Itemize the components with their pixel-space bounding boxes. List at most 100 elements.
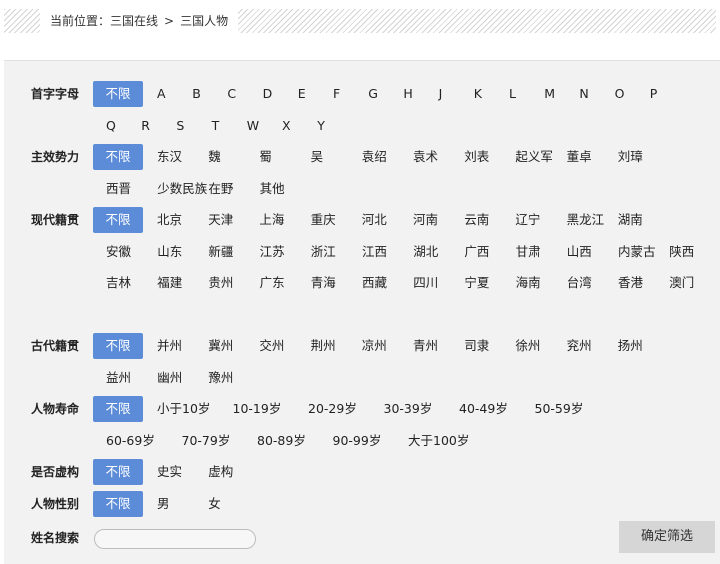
- filter-option[interactable]: 并州: [157, 333, 182, 359]
- filter-option[interactable]: P: [650, 81, 658, 107]
- filter-option-unlimited[interactable]: 不限: [93, 396, 143, 422]
- filter-option[interactable]: 云南: [464, 207, 489, 233]
- filter-option[interactable]: 江苏: [260, 239, 285, 265]
- filter-option[interactable]: N: [579, 81, 588, 107]
- filter-option[interactable]: 河北: [362, 207, 387, 233]
- filter-option[interactable]: 司隶: [464, 333, 489, 359]
- filter-option[interactable]: 青海: [311, 270, 336, 296]
- filter-option[interactable]: 陕西: [669, 239, 694, 265]
- filter-option[interactable]: G: [368, 81, 378, 107]
- filter-option[interactable]: J: [439, 81, 443, 107]
- filter-option[interactable]: 小于10岁: [157, 396, 210, 422]
- filter-option[interactable]: 大于100岁: [408, 428, 469, 454]
- confirm-filter-button[interactable]: 确定筛选: [619, 521, 715, 553]
- filter-option[interactable]: 刘璋: [618, 144, 643, 170]
- filter-option[interactable]: M: [544, 81, 555, 107]
- filter-option-unlimited[interactable]: 不限: [93, 459, 143, 485]
- filter-option[interactable]: 50-59岁: [535, 396, 584, 422]
- filter-option-unlimited[interactable]: 不限: [93, 333, 143, 359]
- filter-option[interactable]: 虚构: [208, 459, 233, 485]
- filter-option[interactable]: 黑龙江: [567, 207, 605, 233]
- filter-option[interactable]: 香港: [618, 270, 643, 296]
- filter-option[interactable]: 山东: [157, 239, 182, 265]
- filter-option[interactable]: 70-79岁: [182, 428, 231, 454]
- filter-option[interactable]: 吉林: [106, 270, 131, 296]
- filter-option[interactable]: 江西: [362, 239, 387, 265]
- filter-option[interactable]: 80-89岁: [257, 428, 306, 454]
- filter-option[interactable]: 史实: [157, 459, 182, 485]
- filter-option[interactable]: E: [298, 81, 306, 107]
- filter-option[interactable]: 扬州: [618, 333, 643, 359]
- filter-option[interactable]: 魏: [208, 144, 221, 170]
- filter-option[interactable]: C: [227, 81, 236, 107]
- filter-option-unlimited[interactable]: 不限: [93, 491, 143, 517]
- filter-option[interactable]: 吴: [311, 144, 324, 170]
- filter-option[interactable]: 东汉: [157, 144, 182, 170]
- filter-option[interactable]: 起义军: [515, 144, 553, 170]
- filter-option[interactable]: 新疆: [208, 239, 233, 265]
- filter-option[interactable]: 幽州: [157, 365, 182, 391]
- filter-option[interactable]: K: [474, 81, 482, 107]
- filter-option[interactable]: 10-19岁: [233, 396, 282, 422]
- filter-option[interactable]: 浙江: [311, 239, 336, 265]
- filter-option[interactable]: L: [509, 81, 516, 107]
- filter-option[interactable]: 湖北: [413, 239, 438, 265]
- filter-option[interactable]: 天津: [208, 207, 233, 233]
- filter-option-unlimited[interactable]: 不限: [93, 207, 143, 233]
- filter-option[interactable]: 蜀: [259, 144, 272, 170]
- filter-option[interactable]: 广东: [260, 270, 285, 296]
- filter-option[interactable]: 山西: [567, 239, 592, 265]
- filter-option[interactable]: D: [263, 81, 273, 107]
- filter-option[interactable]: 在野: [208, 176, 233, 202]
- name-search-input[interactable]: [94, 529, 256, 549]
- filter-option[interactable]: 袁术: [413, 144, 438, 170]
- filter-option[interactable]: 北京: [157, 207, 182, 233]
- filter-option[interactable]: T: [212, 113, 220, 139]
- filter-option[interactable]: 女: [208, 491, 221, 517]
- filter-option[interactable]: 西晋: [106, 176, 131, 202]
- filter-option[interactable]: 凉州: [362, 333, 387, 359]
- filter-option[interactable]: 宁夏: [464, 270, 489, 296]
- filter-option[interactable]: 益州: [106, 365, 131, 391]
- filter-option-unlimited[interactable]: 不限: [93, 144, 143, 170]
- filter-option[interactable]: 河南: [413, 207, 438, 233]
- filter-option[interactable]: A: [157, 81, 166, 107]
- filter-option[interactable]: W: [247, 113, 259, 139]
- filter-option[interactable]: 荆州: [311, 333, 336, 359]
- filter-option[interactable]: 贵州: [208, 270, 233, 296]
- filter-option[interactable]: 上海: [259, 207, 284, 233]
- filter-option[interactable]: 徐州: [515, 333, 540, 359]
- filter-option[interactable]: 少数民族: [157, 176, 207, 202]
- filter-option[interactable]: 豫州: [208, 365, 233, 391]
- filter-option[interactable]: 刘表: [464, 144, 489, 170]
- filter-option[interactable]: S: [176, 113, 184, 139]
- filter-option[interactable]: 安徽: [106, 239, 131, 265]
- filter-option[interactable]: 男: [157, 491, 170, 517]
- filter-option[interactable]: 60-69岁: [106, 428, 155, 454]
- filter-option[interactable]: Q: [106, 113, 116, 139]
- filter-option-unlimited[interactable]: 不限: [93, 81, 143, 107]
- filter-option[interactable]: 40-49岁: [459, 396, 508, 422]
- filter-option[interactable]: 青州: [413, 333, 438, 359]
- filter-option[interactable]: 重庆: [311, 207, 336, 233]
- filter-option[interactable]: 辽宁: [515, 207, 540, 233]
- filter-option[interactable]: 海南: [516, 270, 541, 296]
- filter-option[interactable]: 20-29岁: [308, 396, 357, 422]
- filter-option[interactable]: 30-39岁: [384, 396, 433, 422]
- filter-option[interactable]: 其他: [260, 176, 285, 202]
- filter-option[interactable]: 福建: [157, 270, 182, 296]
- filter-option[interactable]: 广西: [464, 239, 489, 265]
- filter-option[interactable]: 西藏: [362, 270, 387, 296]
- filter-option[interactable]: 兖州: [567, 333, 592, 359]
- filter-option[interactable]: O: [615, 81, 625, 107]
- filter-option[interactable]: 冀州: [208, 333, 233, 359]
- filter-option[interactable]: H: [403, 81, 412, 107]
- filter-option[interactable]: 交州: [259, 333, 284, 359]
- filter-option[interactable]: 澳门: [669, 270, 694, 296]
- filter-option[interactable]: 台湾: [567, 270, 592, 296]
- filter-option[interactable]: B: [192, 81, 201, 107]
- breadcrumb-site-link[interactable]: 三国在线: [110, 9, 158, 33]
- filter-option[interactable]: 内蒙古: [618, 239, 656, 265]
- filter-option[interactable]: 董卓: [567, 144, 592, 170]
- filter-option[interactable]: 湖南: [618, 207, 643, 233]
